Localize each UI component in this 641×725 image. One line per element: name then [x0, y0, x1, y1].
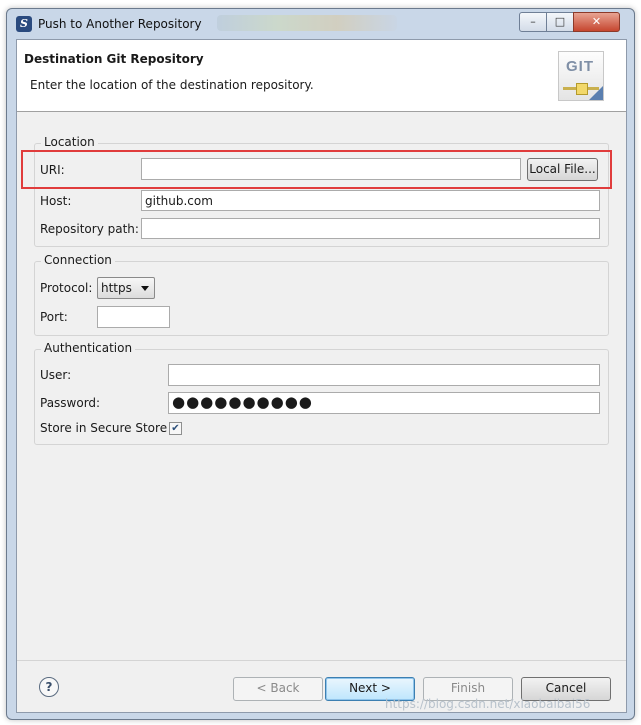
protocol-select[interactable]: https [97, 277, 155, 299]
help-icon[interactable]: ? [39, 677, 59, 697]
dialog-window: S Push to Another Repository – □ ✕ Desti… [6, 8, 635, 720]
page-title: Destination Git Repository [24, 52, 204, 66]
dialog-client-area: Destination Git Repository Enter the loc… [16, 39, 627, 713]
back-button[interactable]: < Back [233, 677, 323, 701]
host-input[interactable]: github.com [141, 190, 600, 211]
secure-store-checkbox[interactable]: ✔ [169, 422, 182, 435]
port-input[interactable] [97, 306, 170, 328]
eclipse-icon: S [16, 16, 32, 32]
password-label: Password: [40, 396, 101, 410]
chevron-down-icon [141, 286, 149, 291]
password-input[interactable]: ●●●●●●●●●● [168, 392, 600, 414]
uri-highlight-box [21, 150, 612, 189]
user-input[interactable] [168, 364, 600, 386]
user-label: User: [40, 368, 72, 382]
title-bar[interactable]: S Push to Another Repository – □ ✕ [7, 9, 634, 39]
footer-separator [17, 660, 626, 661]
port-label: Port: [40, 310, 68, 324]
location-group-label: Location [41, 135, 98, 149]
page-description: Enter the location of the destination re… [30, 78, 314, 92]
close-button[interactable]: ✕ [573, 12, 620, 32]
git-icon-text: GIT [566, 58, 594, 75]
maximize-button[interactable]: □ [546, 12, 574, 32]
git-icon-corner [589, 86, 603, 100]
wizard-header: Destination Git Repository Enter the loc… [17, 40, 626, 112]
protocol-label: Protocol: [40, 281, 93, 295]
secure-store-label: Store in Secure Store [40, 421, 168, 435]
repository-path-label: Repository path: [40, 222, 139, 236]
wizard-content: Location URI: Local File... Host: github… [17, 112, 626, 660]
repository-path-input[interactable] [141, 218, 600, 239]
minimize-button[interactable]: – [519, 12, 547, 32]
authentication-group-label: Authentication [41, 341, 136, 355]
git-repository-icon: GIT [558, 51, 604, 101]
connection-group-label: Connection [41, 253, 115, 267]
blurred-toolbar-background [217, 15, 397, 31]
watermark: https://blog.csdn.net/xiaobaibai56 [385, 697, 591, 711]
window-title: Push to Another Repository [38, 17, 202, 31]
protocol-value: https [101, 281, 132, 295]
git-icon-lock [576, 83, 588, 95]
host-label: Host: [40, 194, 72, 208]
